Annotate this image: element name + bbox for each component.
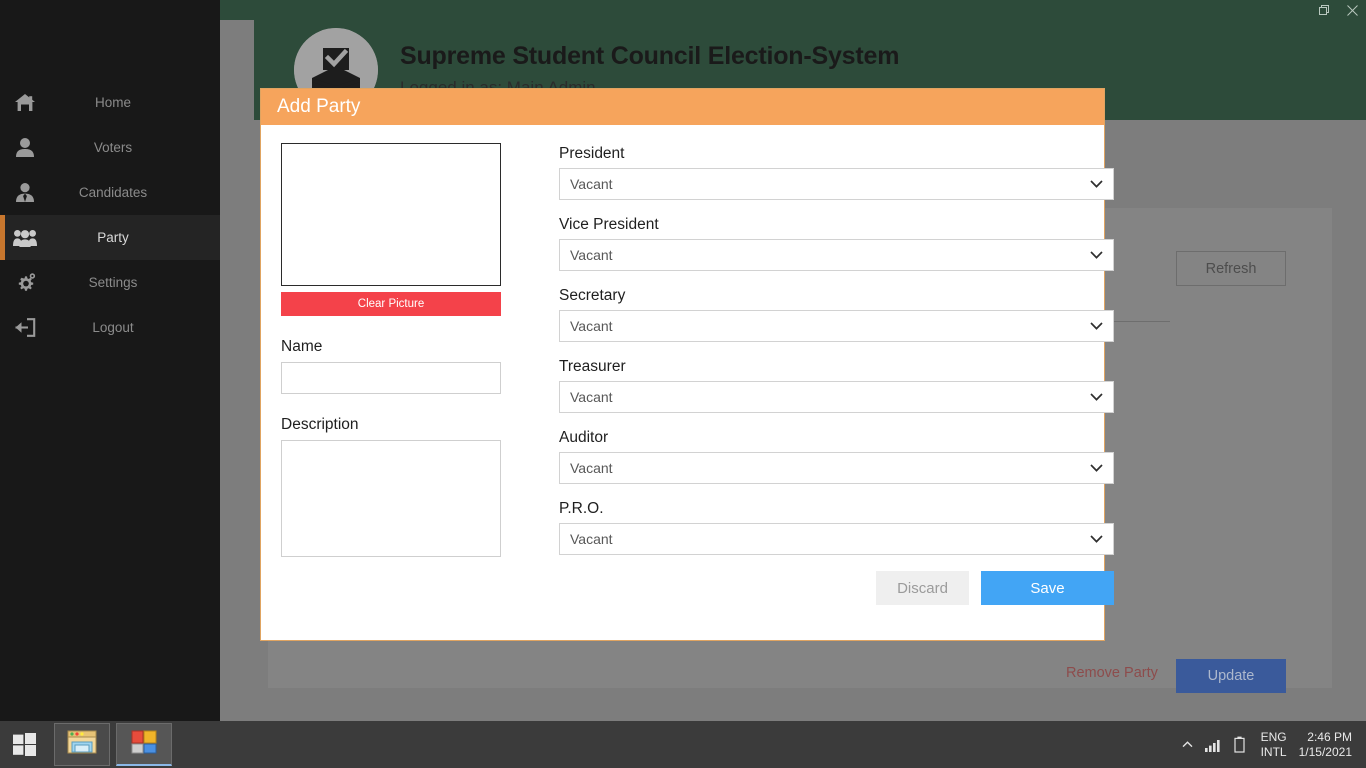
sidebar-item-party[interactable]: Party	[0, 215, 220, 260]
secretary-label: Secretary	[559, 287, 1114, 305]
close-icon[interactable]	[1338, 0, 1366, 20]
screen: VOTE Supreme Student Council Election-Sy…	[0, 0, 1366, 768]
sidebar-item-label: Voters	[50, 140, 220, 155]
dialog-body: Clear Picture Name Description President…	[261, 125, 1104, 605]
system-tray: ENG INTL 2:46 PM 1/15/2021	[1175, 721, 1366, 768]
sidebar-item-settings[interactable]: Settings	[0, 260, 220, 305]
sidebar-item-label: Home	[50, 95, 220, 110]
pro-select[interactable]: Vacant	[559, 523, 1114, 555]
party-picture-preview[interactable]	[281, 143, 501, 286]
language-indicator[interactable]: ENG INTL	[1253, 730, 1295, 760]
select-value: Vacant	[570, 247, 613, 263]
position-group-secretary: Secretary Vacant	[559, 287, 1114, 342]
restore-icon[interactable]	[1310, 0, 1338, 20]
clock[interactable]: 2:46 PM 1/15/2021	[1295, 730, 1358, 760]
refresh-button[interactable]: Refresh	[1176, 251, 1286, 286]
sidebar-item-home[interactable]: Home	[0, 80, 220, 125]
select-value: Vacant	[570, 531, 613, 547]
dialog-actions: Discard Save	[559, 571, 1114, 605]
president-select[interactable]: Vacant	[559, 168, 1114, 200]
position-group-treasurer: Treasurer Vacant	[559, 358, 1114, 413]
pro-label: P.R.O.	[559, 500, 1114, 518]
update-button[interactable]: Update	[1176, 659, 1286, 693]
position-group-auditor: Auditor Vacant	[559, 429, 1114, 484]
name-input[interactable]	[281, 362, 501, 394]
treasurer-select[interactable]: Vacant	[559, 381, 1114, 413]
discard-button[interactable]: Discard	[876, 571, 969, 605]
taskbar-app-election-system[interactable]	[116, 723, 172, 766]
windows-start-icon[interactable]	[0, 721, 48, 768]
dialog-title: Add Party	[261, 89, 1104, 125]
file-explorer-icon	[67, 729, 97, 760]
panel-divider	[1108, 321, 1170, 322]
page-title: Supreme Student Council Election-System	[400, 42, 899, 71]
description-label: Description	[281, 416, 521, 434]
window-title-bar	[220, 0, 1366, 20]
dialog-right-column: President Vacant Vice President Vacant	[521, 143, 1114, 605]
select-value: Vacant	[570, 176, 613, 192]
users-group-icon	[0, 229, 50, 247]
taskbar: ENG INTL 2:46 PM 1/15/2021	[0, 721, 1366, 768]
sidebar-item-candidates[interactable]: Candidates	[0, 170, 220, 215]
window-controls	[1310, 0, 1366, 20]
auditor-label: Auditor	[559, 429, 1114, 447]
secretary-select[interactable]: Vacant	[559, 310, 1114, 342]
clock-time: 2:46 PM	[1299, 730, 1352, 745]
chevron-down-icon	[1090, 322, 1103, 330]
add-party-dialog: Add Party Clear Picture Name Description…	[260, 88, 1105, 641]
home-icon	[0, 94, 50, 112]
clock-date: 1/15/2021	[1299, 745, 1352, 760]
sidebar-item-label: Party	[50, 230, 220, 245]
auditor-select[interactable]: Vacant	[559, 452, 1114, 484]
logout-icon	[0, 318, 50, 337]
chevron-up-icon[interactable]	[1175, 721, 1201, 768]
name-label: Name	[281, 338, 521, 356]
position-group-pro: P.R.O. Vacant	[559, 500, 1114, 555]
clear-picture-button[interactable]: Clear Picture	[281, 292, 501, 316]
sidebar-item-label: Logout	[50, 320, 220, 335]
gears-icon	[0, 273, 50, 293]
remove-party-link[interactable]: Remove Party	[1066, 665, 1158, 681]
sidebar: Home Voters Candidates Party	[0, 0, 220, 741]
user-icon	[0, 138, 50, 157]
sidebar-item-voters[interactable]: Voters	[0, 125, 220, 170]
vice-president-label: Vice President	[559, 216, 1114, 234]
select-value: Vacant	[570, 318, 613, 334]
description-input[interactable]	[281, 440, 501, 557]
chevron-down-icon	[1090, 464, 1103, 472]
position-group-vice-president: Vice President Vacant	[559, 216, 1114, 271]
battery-icon[interactable]	[1227, 721, 1253, 768]
chevron-down-icon	[1090, 535, 1103, 543]
select-value: Vacant	[570, 389, 613, 405]
active-accent-bar	[0, 215, 5, 260]
user-tie-icon	[0, 183, 50, 202]
position-group-president: President Vacant	[559, 145, 1114, 200]
save-button[interactable]: Save	[981, 571, 1114, 605]
vice-president-select[interactable]: Vacant	[559, 239, 1114, 271]
chevron-down-icon	[1090, 180, 1103, 188]
taskbar-app-file-explorer[interactable]	[54, 723, 110, 766]
sidebar-item-label: Candidates	[50, 185, 220, 200]
network-signal-icon[interactable]	[1201, 721, 1227, 768]
language-line-2: INTL	[1261, 745, 1287, 760]
sidebar-item-logout[interactable]: Logout	[0, 305, 220, 350]
dialog-left-column: Clear Picture Name Description	[281, 143, 521, 605]
language-line-1: ENG	[1261, 730, 1287, 745]
chevron-down-icon	[1090, 393, 1103, 401]
app-window-icon	[129, 729, 159, 760]
treasurer-label: Treasurer	[559, 358, 1114, 376]
sidebar-item-label: Settings	[50, 275, 220, 290]
president-label: President	[559, 145, 1114, 163]
select-value: Vacant	[570, 460, 613, 476]
chevron-down-icon	[1090, 251, 1103, 259]
